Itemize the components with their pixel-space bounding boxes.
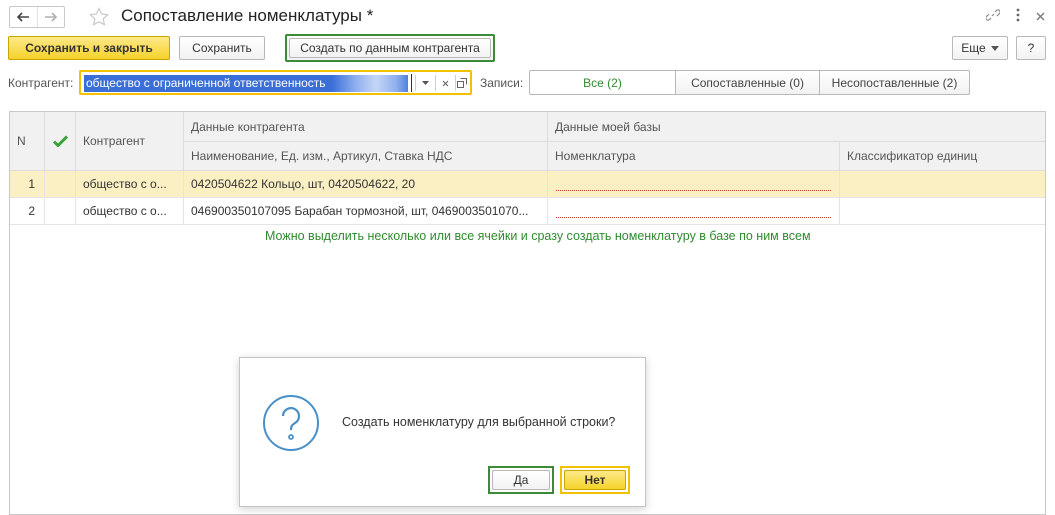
column-header-counterparty[interactable]: Контрагент [76, 112, 184, 171]
title-bar: Сопоставление номенклатуры * [0, 0, 1055, 34]
table-row[interactable]: 2 общество с о... 046900350107095 Бараба… [10, 198, 1045, 224]
link-icon[interactable] [985, 8, 1001, 25]
checkmark-icon [52, 135, 68, 147]
row-counterparty: общество с о... [76, 198, 184, 224]
create-by-counterparty-highlight: Создать по данным контрагента [285, 34, 495, 62]
clear-icon[interactable] [437, 75, 453, 91]
hint-annotation: Можно выделить несколько или все ячейки … [265, 229, 811, 243]
records-label: Записи: [480, 76, 524, 90]
table-row[interactable]: 1 общество с о... 0420504622 Кольцо, шт,… [10, 171, 1045, 197]
row-nomenclature-cell[interactable] [548, 171, 840, 197]
no-button-highlight: Нет [560, 466, 630, 494]
counterparty-label: Контрагент: [8, 76, 74, 90]
filter-unmatched-segment[interactable]: Несопоставленные (2) [819, 70, 970, 95]
row-unit-classifier-cell[interactable] [840, 198, 1045, 224]
forward-button[interactable] [36, 7, 65, 27]
window-tools [985, 8, 1045, 25]
window-title: Сопоставление номенклатуры * [121, 6, 374, 25]
save-and-close-button[interactable]: Сохранить и закрыть [8, 36, 170, 60]
row-check-cell[interactable] [45, 198, 76, 224]
counterparty-input-value: общество с ограниченной ответственность [84, 75, 408, 92]
row-counterparty: общество с о... [76, 171, 184, 197]
column-header-my-base-data: Данные моей базы [548, 112, 1045, 142]
column-header-counterparty-data: Данные контрагента [184, 112, 548, 142]
yes-button[interactable]: Да [492, 470, 550, 490]
column-header-name-unit-article-vat[interactable]: Наименование, Ед. изм., Артикул, Ставка … [184, 142, 548, 171]
more-button-label: Еще [961, 41, 986, 55]
close-icon[interactable] [1036, 10, 1045, 24]
row-number: 1 [10, 171, 45, 197]
row-counterparty-data: 046900350107095 Барабан тормозной, шт, 0… [184, 198, 548, 224]
column-header-nomenclature[interactable]: Номенклатура [548, 142, 840, 171]
favorite-star-button[interactable] [89, 7, 109, 29]
dropdown-icon[interactable] [417, 75, 433, 91]
arrow-left-icon [17, 12, 30, 22]
filter-all-segment[interactable]: Все (2) [529, 70, 676, 95]
row-unit-classifier-cell[interactable] [840, 171, 1045, 197]
more-button[interactable]: Еще [952, 36, 1008, 60]
row-counterparty-data: 0420504622 Кольцо, шт, 0420504622, 20 [184, 171, 548, 197]
no-button[interactable]: Нет [564, 470, 626, 490]
counterparty-input[interactable]: общество с ограниченной ответственность [79, 70, 472, 95]
confirm-dialog: Создать номенклатуру для выбранной строк… [239, 357, 646, 507]
more-vertical-icon[interactable] [1016, 8, 1020, 25]
required-field-underline [556, 217, 831, 218]
star-icon [89, 7, 109, 26]
column-header-check[interactable] [45, 112, 76, 171]
row-nomenclature-cell[interactable] [548, 198, 840, 224]
save-button[interactable]: Сохранить [179, 36, 265, 60]
dialog-message: Создать номенклатуру для выбранной строк… [342, 415, 616, 429]
column-header-n[interactable]: N [10, 112, 45, 171]
help-button[interactable]: ? [1016, 36, 1046, 60]
create-by-counterparty-button[interactable]: Создать по данным контрагента [289, 38, 491, 58]
row-number: 2 [10, 198, 45, 224]
question-icon [262, 394, 320, 455]
required-field-underline [556, 190, 831, 191]
open-icon[interactable] [454, 75, 470, 91]
navigation-buttons [9, 6, 65, 28]
back-button[interactable] [10, 7, 37, 27]
redacted-overlay [332, 75, 408, 92]
column-header-unit-classifier[interactable]: Классификатор единиц [840, 142, 1045, 171]
arrow-right-icon [44, 12, 57, 22]
yes-button-highlight: Да [488, 466, 554, 494]
text-caret [411, 74, 412, 92]
chevron-down-icon [990, 45, 999, 51]
row-check-cell[interactable] [45, 171, 76, 197]
filter-matched-segment[interactable]: Сопоставленные (0) [675, 70, 820, 95]
